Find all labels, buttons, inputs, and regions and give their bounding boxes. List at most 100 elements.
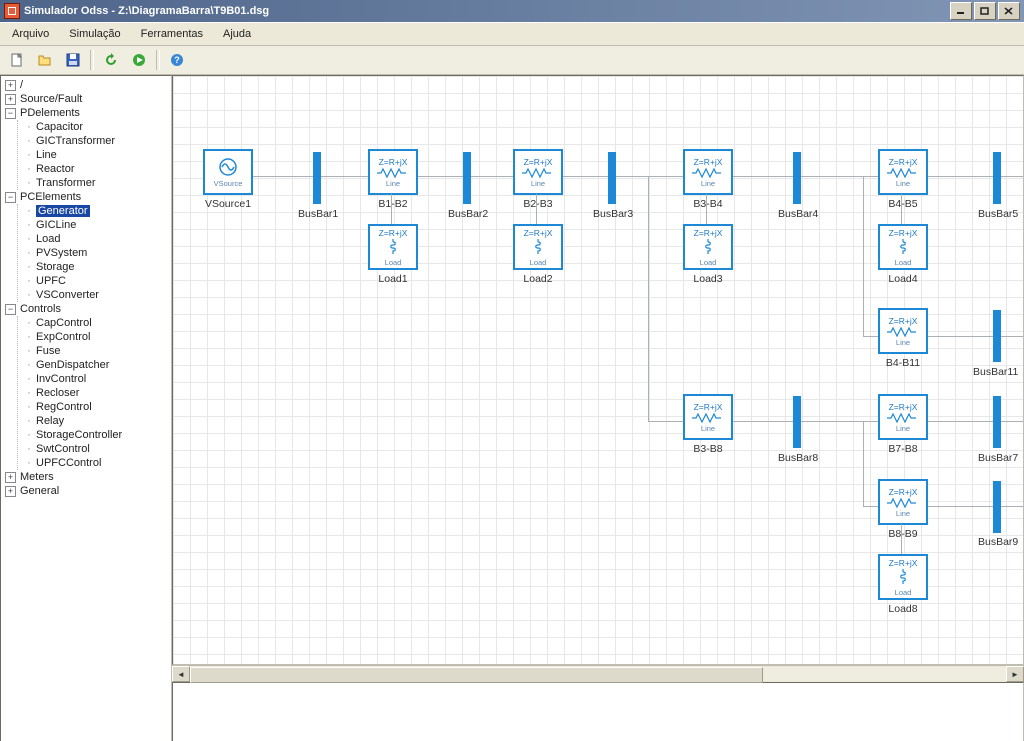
line-resistor-icon xyxy=(691,412,725,424)
load4-label: Load4 xyxy=(878,273,928,285)
tree-invcontrol[interactable]: ·InvControl xyxy=(22,372,169,386)
output-console[interactable] xyxy=(172,682,1024,741)
busbar11[interactable] xyxy=(993,310,1001,362)
node-b3b4[interactable]: Z=R+jX Line B3-B4 xyxy=(683,149,733,210)
tree-controls[interactable]: −Controls xyxy=(3,302,169,316)
load3-label: Load3 xyxy=(683,273,733,285)
b1b2-label: B1-B2 xyxy=(368,198,418,210)
tree-swtcontrol[interactable]: ·SwtControl xyxy=(22,442,169,456)
tree-capcontrol[interactable]: ·CapControl xyxy=(22,316,169,330)
menu-ferramentas[interactable]: Ferramentas xyxy=(133,26,211,42)
tree-source-fault[interactable]: +Source/Fault xyxy=(3,92,169,106)
busbar7[interactable] xyxy=(993,396,1001,448)
scroll-track[interactable] xyxy=(190,667,1006,681)
menu-simulacao[interactable]: Simulação xyxy=(61,26,128,42)
node-b2b3[interactable]: Z=R+jX Line B2-B3 xyxy=(513,149,563,210)
busbar7-label: BusBar7 xyxy=(978,452,1018,464)
tree-gictransformer[interactable]: ·GICTransformer xyxy=(22,134,169,148)
scroll-thumb[interactable] xyxy=(190,667,763,683)
load-icon xyxy=(530,238,546,258)
tree-relay[interactable]: ·Relay xyxy=(22,414,169,428)
node-load8[interactable]: Z=R+jX Load Load8 xyxy=(878,554,928,615)
tree-general[interactable]: +General xyxy=(3,484,169,498)
tree-gicline[interactable]: ·GICLine xyxy=(22,218,169,232)
node-b3b8[interactable]: Z=R+jX Line B3-B8 xyxy=(683,394,733,455)
node-b8b9[interactable]: Z=R+jX Line B8-B9 xyxy=(878,479,928,540)
refresh-icon xyxy=(104,53,118,67)
busbar5[interactable] xyxy=(993,152,1001,204)
app-icon xyxy=(4,3,20,19)
main-area: +/ +Source/Fault −PDelements ·Capacitor … xyxy=(0,75,1024,741)
scroll-right-button[interactable]: ► xyxy=(1006,666,1024,682)
load-icon xyxy=(895,568,911,588)
tree-line[interactable]: ·Line xyxy=(22,148,169,162)
tree-expcontrol[interactable]: ·ExpControl xyxy=(22,330,169,344)
tree-fuse[interactable]: ·Fuse xyxy=(22,344,169,358)
element-tree[interactable]: +/ +Source/Fault −PDelements ·Capacitor … xyxy=(0,75,172,741)
refresh-button[interactable] xyxy=(100,49,122,71)
tree-pvsystem[interactable]: ·PVSystem xyxy=(22,246,169,260)
play-icon xyxy=(132,53,146,67)
tree-transformer[interactable]: ·Transformer xyxy=(22,176,169,190)
node-load3[interactable]: Z=R+jX Load Load3 xyxy=(683,224,733,285)
save-button[interactable] xyxy=(62,49,84,71)
b8b9-label: B8-B9 xyxy=(878,528,928,540)
tree-meters[interactable]: +Meters xyxy=(3,470,169,484)
line-resistor-icon xyxy=(376,167,410,179)
minimize-button[interactable] xyxy=(950,2,972,20)
tree-upfccontrol[interactable]: ·UPFCControl xyxy=(22,456,169,470)
tree-pdelements[interactable]: −PDelements xyxy=(3,106,169,120)
tree-generator[interactable]: ·Generator xyxy=(22,204,169,218)
canvas-hscroll[interactable]: ◄ ► xyxy=(172,665,1024,682)
node-load2[interactable]: Z=R+jX Load Load2 xyxy=(513,224,563,285)
right-pane: VSource VSource1 BusBar1 Z=R+jX Line B1-… xyxy=(172,75,1024,741)
node-b4b11[interactable]: Z=R+jX Line B4-B11 xyxy=(878,308,928,369)
busbar8[interactable] xyxy=(793,396,801,448)
tree-vsconverter[interactable]: ·VSConverter xyxy=(22,288,169,302)
tree-storage[interactable]: ·Storage xyxy=(22,260,169,274)
tree-root[interactable]: +/ xyxy=(3,78,169,92)
b2b3-label: B2-B3 xyxy=(513,198,563,210)
node-vsource1[interactable]: VSource VSource1 xyxy=(203,149,253,210)
busbar2[interactable] xyxy=(463,152,471,204)
tree-reactor[interactable]: ·Reactor xyxy=(22,162,169,176)
line-resistor-icon xyxy=(886,412,920,424)
open-button[interactable] xyxy=(34,49,56,71)
b4b5-label: B4-B5 xyxy=(878,198,928,210)
menu-ajuda[interactable]: Ajuda xyxy=(215,26,259,42)
busbar9[interactable] xyxy=(993,481,1001,533)
help-button[interactable]: ? xyxy=(166,49,188,71)
vsource-icon xyxy=(214,157,242,179)
line-resistor-icon xyxy=(691,167,725,179)
busbar1[interactable] xyxy=(313,152,321,204)
node-b7b8[interactable]: Z=R+jX Line B7-B8 xyxy=(878,394,928,455)
line-resistor-icon xyxy=(886,167,920,179)
tree-capacitor[interactable]: ·Capacitor xyxy=(22,120,169,134)
load8-label: Load8 xyxy=(878,603,928,615)
busbar3-label: BusBar3 xyxy=(593,208,633,220)
b7b8-label: B7-B8 xyxy=(878,443,928,455)
tree-regcontrol[interactable]: ·RegControl xyxy=(22,400,169,414)
new-file-button[interactable] xyxy=(6,49,28,71)
node-load1[interactable]: Z=R+jX Load Load1 xyxy=(368,224,418,285)
tree-load[interactable]: ·Load xyxy=(22,232,169,246)
tree-recloser[interactable]: ·Recloser xyxy=(22,386,169,400)
tree-storagecontroller[interactable]: ·StorageController xyxy=(22,428,169,442)
scroll-left-button[interactable]: ◄ xyxy=(172,666,190,682)
node-b4b5[interactable]: Z=R+jX Line B4-B5 xyxy=(878,149,928,210)
tree-gendispatcher[interactable]: ·GenDispatcher xyxy=(22,358,169,372)
busbar3[interactable] xyxy=(608,152,616,204)
node-load4[interactable]: Z=R+jX Load Load4 xyxy=(878,224,928,285)
open-folder-icon xyxy=(38,53,52,67)
busbar4[interactable] xyxy=(793,152,801,204)
busbar2-label: BusBar2 xyxy=(448,208,488,220)
menu-arquivo[interactable]: Arquivo xyxy=(4,26,57,42)
tree-upfc[interactable]: ·UPFC xyxy=(22,274,169,288)
schematic-canvas[interactable]: VSource VSource1 BusBar1 Z=R+jX Line B1-… xyxy=(172,75,1024,665)
close-button[interactable] xyxy=(998,2,1020,20)
maximize-button[interactable] xyxy=(974,2,996,20)
tree-pcelements[interactable]: −PCElements xyxy=(3,190,169,204)
node-b1b2[interactable]: Z=R+jX Line B1-B2 xyxy=(368,149,418,210)
play-button[interactable] xyxy=(128,49,150,71)
b3b4-label: B3-B4 xyxy=(683,198,733,210)
